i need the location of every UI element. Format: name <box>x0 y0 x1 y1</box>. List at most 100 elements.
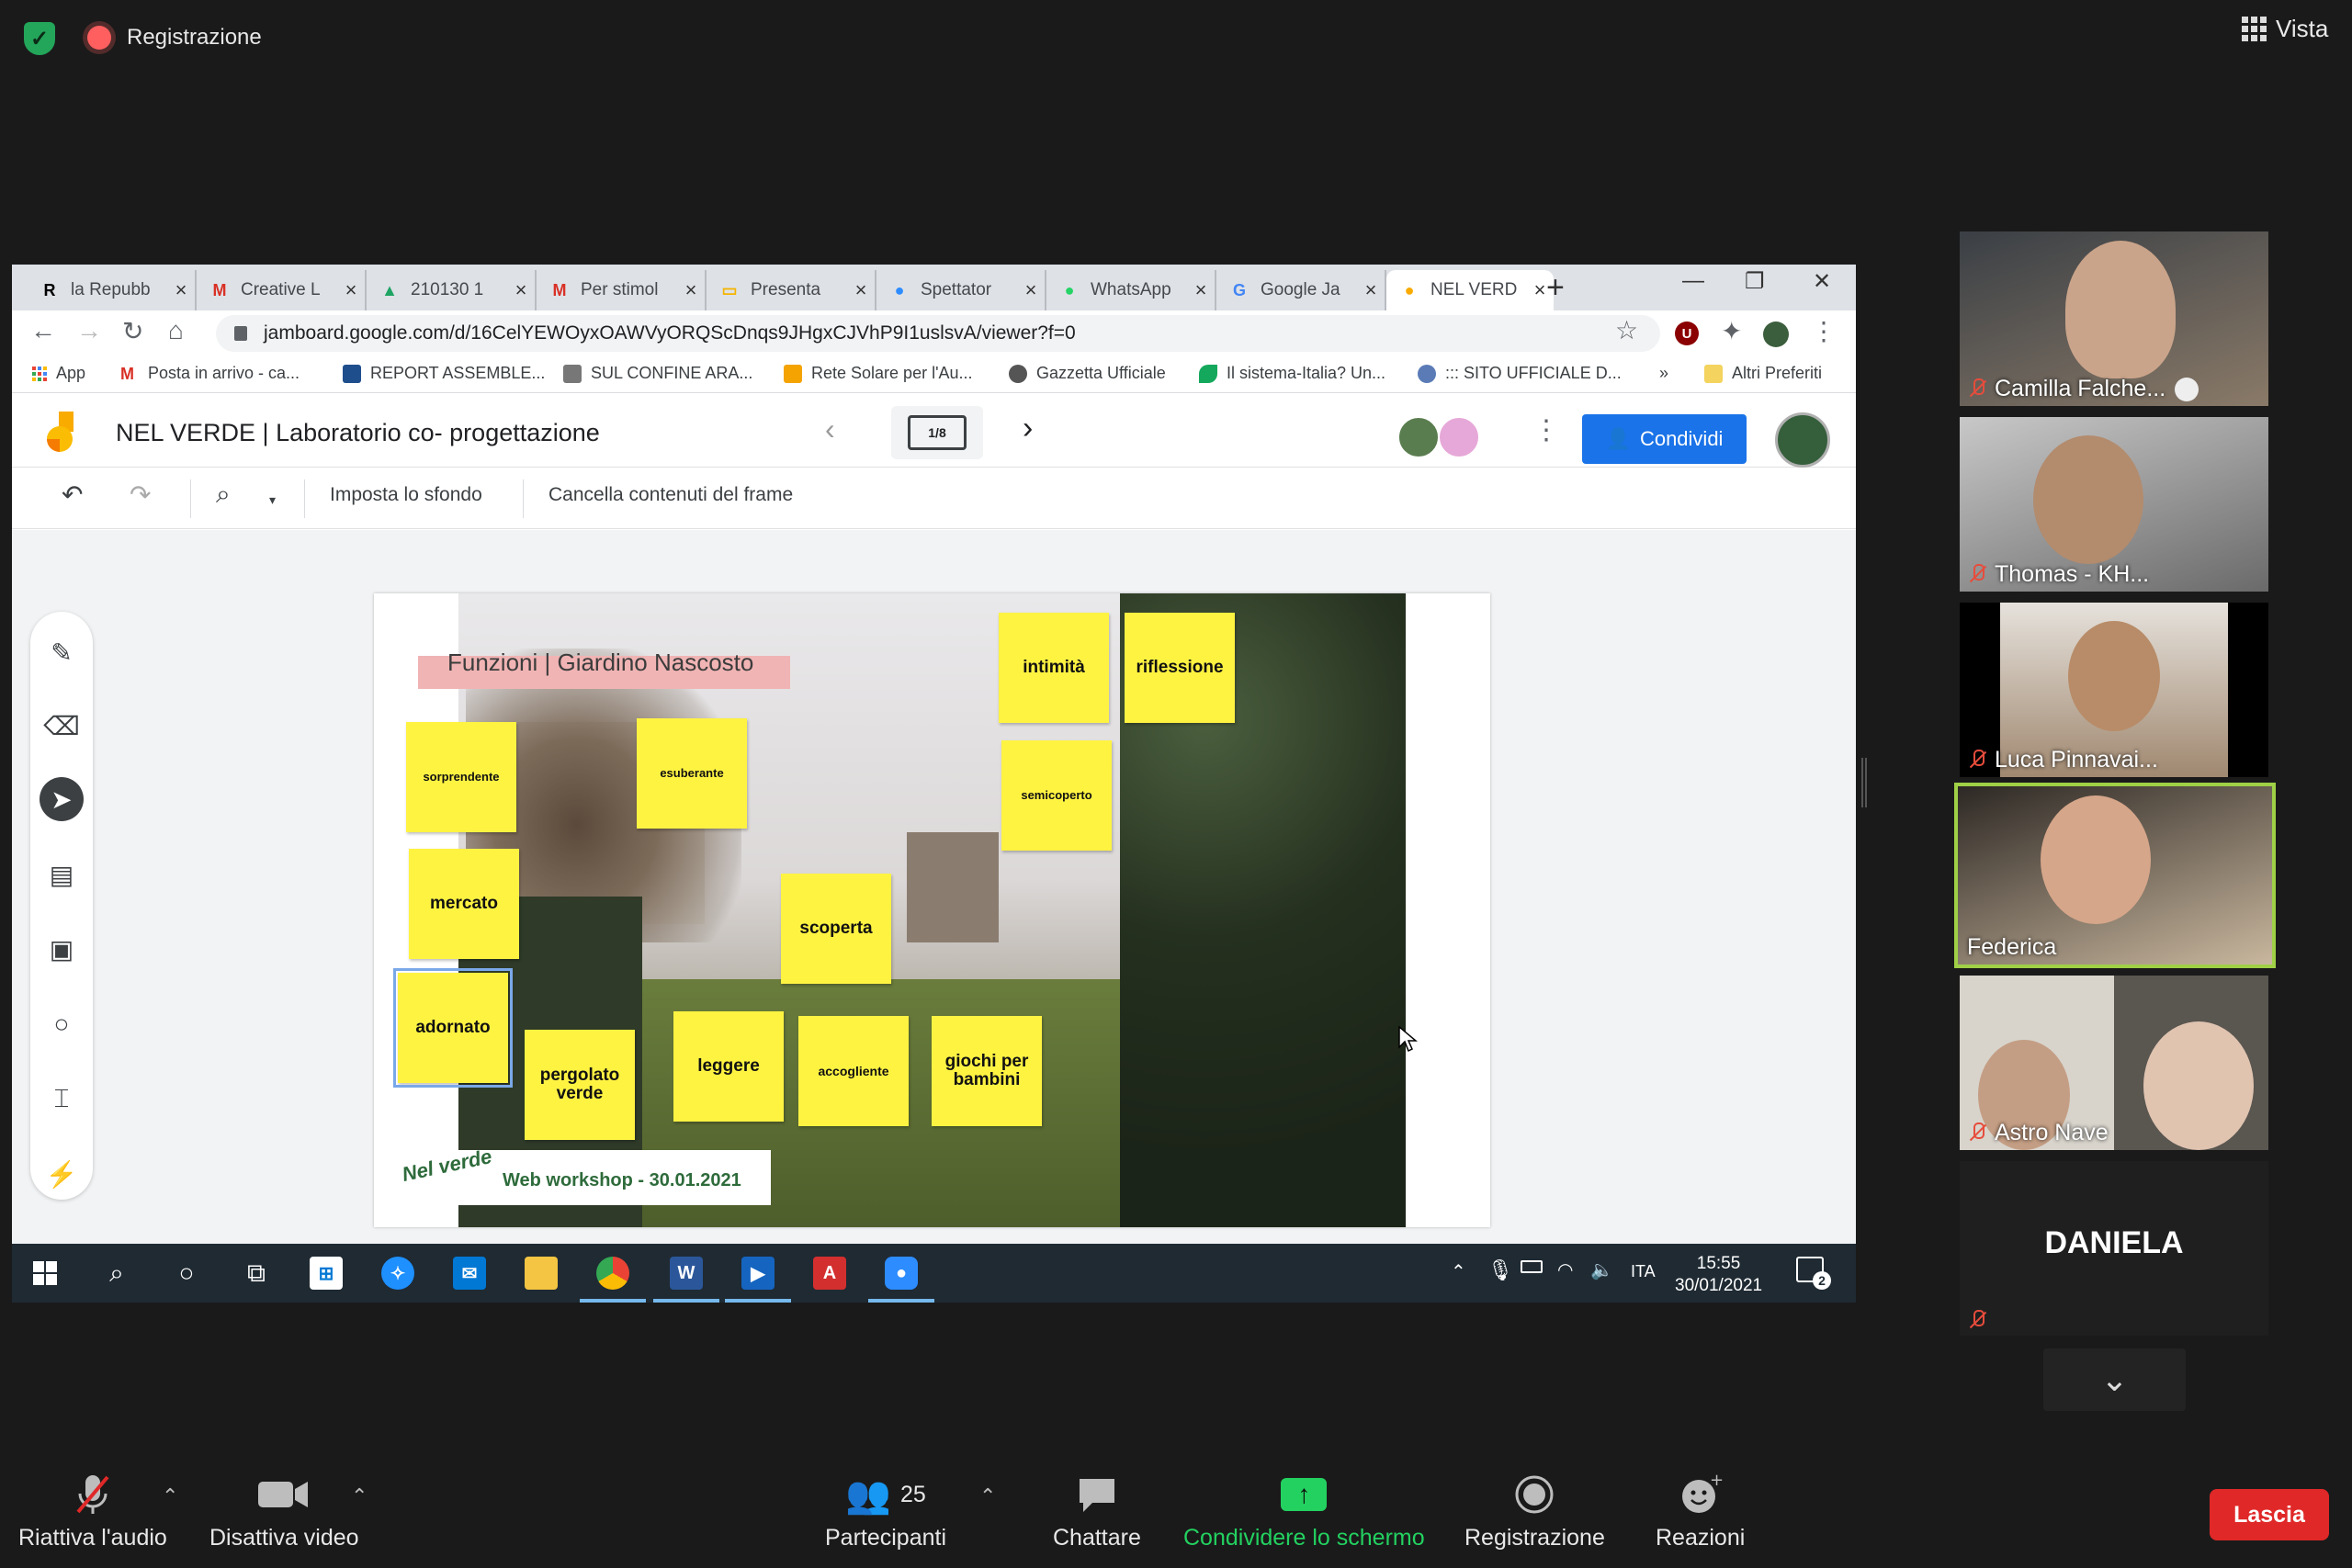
clear-frame-button[interactable]: Cancella contenuti del frame <box>548 484 793 506</box>
collaborator-avatar[interactable] <box>1397 416 1440 458</box>
shape-icon[interactable]: ○ <box>40 1002 84 1046</box>
sticky-note-selected[interactable]: adornato <box>393 968 513 1088</box>
reactions-button[interactable]: + Reazioni <box>1656 1472 1745 1551</box>
reload-icon[interactable]: ↻ <box>122 316 143 346</box>
ublock-icon[interactable]: U <box>1675 321 1699 345</box>
chat-button[interactable]: Chattare <box>1053 1472 1141 1551</box>
bookmark-star-icon[interactable]: ☆ <box>1615 315 1638 345</box>
sticky-note[interactable]: sorprendente <box>406 722 516 832</box>
chrome-menu-icon[interactable]: ⋮ <box>1811 316 1837 346</box>
sticky-note[interactable]: giochi per bambini <box>932 1016 1042 1126</box>
video-options-caret-icon[interactable]: ⌃ <box>351 1484 368 1508</box>
windows-start-icon[interactable] <box>25 1253 65 1293</box>
bookmark-gazzetta[interactable]: Gazzetta Ufficiale <box>1009 364 1166 383</box>
audio-options-caret-icon[interactable]: ⌃ <box>162 1484 178 1508</box>
browser-tab[interactable]: ▭ Presenta × <box>707 270 876 310</box>
participants-caret-icon[interactable]: ⌃ <box>979 1484 996 1508</box>
store-icon[interactable]: ⊞ <box>306 1253 346 1293</box>
participant-tile[interactable]: Astro Nave <box>1960 976 2268 1150</box>
chrome-taskbar-icon[interactable] <box>593 1253 633 1293</box>
jam-frame[interactable]: Funzioni | Giardino Nascosto intimità ri… <box>374 593 1490 1227</box>
sticky-note[interactable]: intimità <box>999 613 1109 723</box>
redo-icon[interactable]: ↷ <box>130 479 151 510</box>
tab-close-icon[interactable]: × <box>677 278 705 302</box>
user-avatar[interactable] <box>1775 412 1830 468</box>
frame-title[interactable]: Funzioni | Giardino Nascosto <box>447 649 753 677</box>
collaborator-avatar-animal[interactable] <box>1438 416 1480 458</box>
tray-chevron-icon[interactable]: ⌃ <box>1451 1260 1466 1283</box>
media-player-icon[interactable]: ▶ <box>738 1253 778 1293</box>
sticky-note-icon[interactable]: ▤ <box>40 852 84 897</box>
tab-close-icon[interactable]: × <box>1187 278 1215 302</box>
bookmark-sistema-italia[interactable]: Il sistema-Italia? Un... <box>1199 364 1385 383</box>
eraser-icon[interactable]: ⌫ <box>40 704 84 748</box>
file-explorer-icon[interactable] <box>521 1253 561 1293</box>
participant-tile[interactable]: Camilla Falche... <box>1960 231 2268 406</box>
sticky-note[interactable]: esuberante <box>637 718 747 829</box>
sticky-note[interactable]: pergolato verde <box>525 1030 635 1140</box>
tab-close-icon[interactable]: × <box>1357 278 1385 302</box>
image-icon[interactable]: ▣ <box>40 927 84 971</box>
frame-indicator[interactable]: 1/8 <box>891 406 983 459</box>
share-button[interactable]: 👤 Condividi <box>1582 414 1747 464</box>
search-icon[interactable]: ⌕ <box>96 1253 137 1293</box>
safari-icon[interactable]: ✧ <box>378 1253 418 1293</box>
cortana-icon[interactable]: ○ <box>166 1253 207 1293</box>
leave-button[interactable]: Lascia <box>2210 1489 2329 1540</box>
wifi-icon[interactable]: ◠ <box>1557 1258 1573 1281</box>
bookmarks-more[interactable]: » <box>1659 364 1668 383</box>
word-icon[interactable]: W <box>666 1253 707 1293</box>
tab-active[interactable]: ● NEL VERD × <box>1386 270 1554 310</box>
volume-icon[interactable]: 🔈 <box>1590 1258 1613 1281</box>
close-window-icon[interactable]: ✕ <box>1813 268 1831 295</box>
back-icon[interactable]: ← <box>30 316 56 345</box>
laser-icon[interactable]: ⚡ <box>40 1152 84 1196</box>
sticky-note[interactable]: mercato <box>409 849 519 959</box>
bookmark-confine[interactable]: SUL CONFINE ARA... <box>563 364 752 383</box>
unmute-button[interactable]: Riattiva l'audio <box>18 1472 167 1551</box>
forward-icon[interactable]: → <box>76 316 102 345</box>
bookmark-altri[interactable]: Altri Preferiti <box>1704 364 1822 383</box>
text-box-icon[interactable]: ⌶ <box>40 1077 84 1121</box>
view-button[interactable]: Vista <box>2242 15 2328 43</box>
stop-video-button[interactable]: Disattiva video <box>209 1472 359 1551</box>
tab-close-icon[interactable]: × <box>337 278 365 302</box>
select-icon[interactable]: ➤ <box>40 777 84 821</box>
more-options-icon[interactable]: ⋮ <box>1532 414 1560 446</box>
mail-icon[interactable]: ✉ <box>449 1253 490 1293</box>
bookmark-posta[interactable]: M Posta in arrivo - ca... <box>120 364 300 383</box>
bookmark-report[interactable]: REPORT ASSEMBLE... <box>343 364 545 383</box>
url-field[interactable]: jamboard.google.com/d/16CelYEWOyxOAWVyOR… <box>216 315 1660 352</box>
zoom-taskbar-icon[interactable]: ● <box>881 1253 922 1293</box>
security-shield-icon[interactable]: ✓ <box>24 22 55 55</box>
participant-tile-no-video[interactable]: DANIELA <box>1960 1161 2268 1336</box>
tab-close-icon[interactable]: × <box>507 278 535 302</box>
participants-button[interactable]: 👥 25 Partecipanti <box>825 1472 946 1551</box>
sticky-note[interactable]: leggere <box>673 1011 784 1122</box>
sticky-note[interactable]: riflessione <box>1125 613 1235 723</box>
browser-tab[interactable]: G Google Ja × <box>1216 270 1386 310</box>
clock[interactable]: 15:55 30/01/2021 <box>1675 1253 1762 1297</box>
previous-frame-icon[interactable]: ‹ <box>825 412 835 446</box>
participant-tile[interactable]: Thomas - KH... <box>1960 417 2268 592</box>
zoom-dropdown-icon[interactable]: ▾ <box>269 492 276 508</box>
bookmark-rete-solare[interactable]: Rete Solare per l'Au... <box>784 364 973 383</box>
browser-tab[interactable]: M Per stimol × <box>537 270 707 310</box>
panel-resizer[interactable] <box>1861 758 1867 807</box>
next-frame-icon[interactable]: › <box>1023 411 1033 446</box>
undo-icon[interactable]: ↶ <box>62 479 83 510</box>
sticky-note[interactable]: scoperta <box>781 874 891 984</box>
pen-icon[interactable]: ✎ <box>40 630 84 674</box>
bookmark-apps[interactable]: App <box>32 364 85 383</box>
browser-tab[interactable]: M Creative L × <box>197 270 367 310</box>
home-icon[interactable]: ⌂ <box>168 316 184 345</box>
minimize-icon[interactable]: — <box>1682 268 1704 294</box>
browser-tab[interactable]: ▲ 210130 1 × <box>367 270 537 310</box>
browser-tab[interactable]: ● Spettator × <box>876 270 1046 310</box>
tab-close-icon[interactable]: × <box>847 278 875 302</box>
set-background-button[interactable]: Imposta lo sfondo <box>330 484 482 506</box>
record-button[interactable]: Registrazione <box>1464 1472 1605 1551</box>
battery-icon[interactable] <box>1521 1260 1543 1273</box>
acrobat-icon[interactable]: A <box>809 1253 850 1293</box>
share-screen-button[interactable]: ↑ Condividere lo schermo <box>1183 1472 1425 1551</box>
